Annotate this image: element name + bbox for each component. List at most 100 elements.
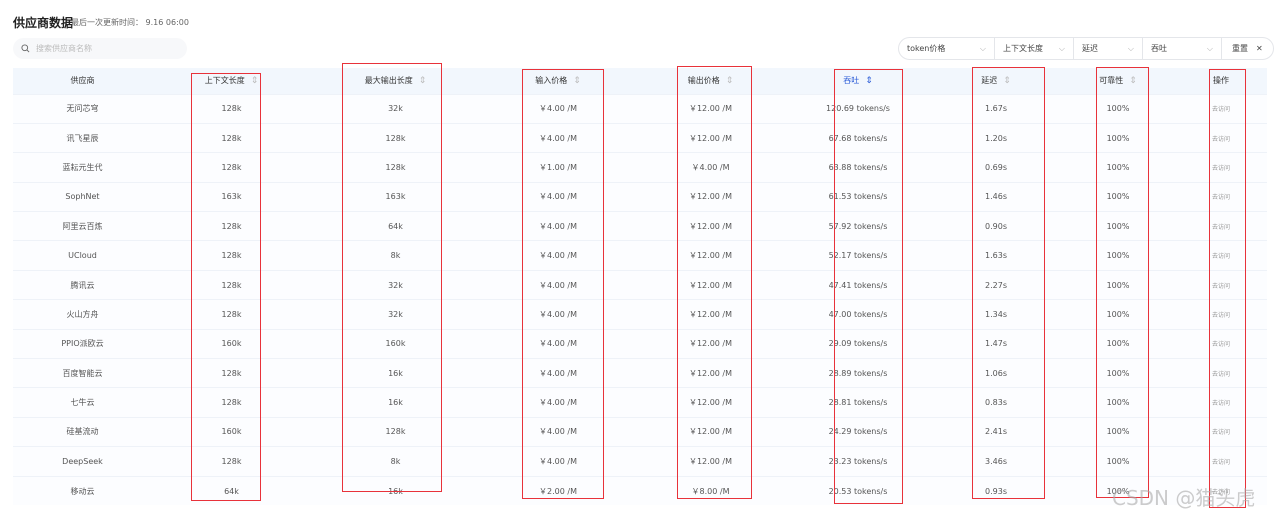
table-row: PPIO派欧云 160k 160k ￥4.00 /M ￥12.00 /M 29.09 to… [13, 328, 1267, 359]
column-header[interactable]: 可靠性 ⇕ [1061, 68, 1175, 94]
sort-icon[interactable]: ⇕ [1003, 76, 1011, 86]
sort-icon[interactable]: ⇕ [726, 76, 734, 86]
table-cell: ￥4.00 /M [480, 387, 636, 418]
column-header[interactable]: 输入价格 ⇕ [480, 68, 636, 94]
column-header-label: 可靠性 [1099, 76, 1124, 86]
column-header[interactable]: 吞吐 ⇕ [785, 68, 931, 94]
table-cell: 128k [152, 358, 311, 388]
table-cell: 100% [1061, 93, 1175, 124]
table-cell: 100% [1061, 269, 1175, 300]
table-cell: 8k [311, 446, 480, 477]
table-cell: 阿里云百炼 [13, 211, 152, 241]
visit-link[interactable]: 去访问 [1175, 181, 1267, 212]
table-cell: ￥12.00 /M [636, 93, 785, 124]
table-cell: 100% [1061, 328, 1175, 359]
table-cell: 16k [311, 387, 480, 418]
table-cell: 57.92 tokens/s [785, 211, 931, 241]
table-cell: ￥12.00 /M [636, 211, 785, 241]
table-cell: ￥4.00 /M [480, 93, 636, 124]
table-cell: 128k [152, 122, 311, 153]
table-cell: 128k [152, 240, 311, 271]
visit-link[interactable]: 去访问 [1175, 416, 1267, 447]
table-cell: ￥12.00 /M [636, 358, 785, 388]
reset-button[interactable]: 重置 ✕ [1222, 38, 1273, 59]
table-cell: 16k [311, 358, 480, 388]
table-cell: 1.20s [931, 122, 1061, 153]
table-cell: 163k [152, 181, 311, 212]
table-cell: 160k [152, 328, 311, 359]
column-header-label: 吞吐 [843, 76, 860, 86]
table-cell: 1.46s [931, 181, 1061, 212]
updated-label: 最后一次更新时间： [71, 18, 143, 27]
reset-label: 重置 [1232, 44, 1248, 53]
visit-link[interactable]: 去访问 [1175, 122, 1267, 153]
search-input[interactable]: 搜索供应商名称 [13, 38, 187, 59]
table-cell: ￥4.00 /M [480, 240, 636, 271]
provider-table: 供应商 上下文长度 ⇕ 最大输出长度 ⇕ 输入价格 ⇕ 输出价格 ⇕ 吞吐 ⇕ 延迟 ⇕ 可靠性 ⇕ 操作 无… [13, 68, 1267, 506]
table-cell: ￥12.00 /M [636, 446, 785, 477]
filter-label: 吞吐 [1151, 44, 1167, 53]
visit-link[interactable]: 去访问 [1175, 152, 1267, 183]
table-cell: 100% [1061, 387, 1175, 418]
table-cell: ￥4.00 /M [480, 446, 636, 477]
filter-token-price[interactable]: token价格 ⌵ [899, 38, 995, 59]
table-cell: ￥4.00 /M [636, 152, 785, 183]
column-header-label: 操作 [1213, 76, 1229, 86]
table-cell: 2.41s [931, 416, 1061, 447]
sort-icon[interactable]: ⇕ [251, 76, 259, 86]
visit-link[interactable]: 去访问 [1175, 93, 1267, 124]
search-icon [21, 44, 30, 53]
table-cell: 100% [1061, 358, 1175, 388]
table-cell: 腾讯云 [13, 269, 152, 300]
table-cell: 百度智能云 [13, 358, 152, 388]
visit-link[interactable]: 去访问 [1175, 446, 1267, 477]
visit-link[interactable]: 去访问 [1175, 299, 1267, 330]
column-header[interactable]: 输出价格 ⇕ [636, 68, 785, 94]
filter-latency[interactable]: 延迟 ⌵ [1074, 38, 1143, 59]
table-cell: 47.00 tokens/s [785, 299, 931, 330]
table-row: UCloud 128k 8k ￥4.00 /M ￥12.00 /M 52.17 token… [13, 240, 1267, 271]
column-header-label: 输入价格 [535, 76, 568, 86]
sort-icon[interactable]: ⇕ [1129, 76, 1137, 86]
visit-link[interactable]: 去访问 [1175, 240, 1267, 271]
chevron-down-icon: ⌵ [1206, 43, 1213, 53]
filter-context-length[interactable]: 上下文长度 ⌵ [995, 38, 1074, 59]
visit-link[interactable]: 去访问 [1175, 358, 1267, 388]
column-header[interactable]: 最大输出长度 ⇕ [311, 68, 480, 94]
table-cell: 3.46s [931, 446, 1061, 477]
table-row: 硅基流动 160k 128k ￥4.00 /M ￥12.00 /M 24.29 token… [13, 416, 1267, 447]
column-header[interactable]: 延迟 ⇕ [931, 68, 1061, 94]
table-row: 讯飞星辰 128k 128k ￥4.00 /M ￥12.00 /M 67.68 token… [13, 122, 1267, 153]
sort-icon[interactable]: ⇕ [573, 76, 581, 86]
table-cell: 1.47s [931, 328, 1061, 359]
table-cell: 29.09 tokens/s [785, 328, 931, 359]
table-cell: ￥4.00 /M [480, 269, 636, 300]
filter-throughput[interactable]: 吞吐 ⌵ [1143, 38, 1222, 59]
table-cell: ￥12.00 /M [636, 387, 785, 418]
table-cell: 128k [152, 93, 311, 124]
table-cell: 61.53 tokens/s [785, 181, 931, 212]
table-cell: 160k [311, 328, 480, 359]
table-cell: ￥12.00 /M [636, 181, 785, 212]
search-placeholder: 搜索供应商名称 [36, 44, 92, 53]
table-cell: 63.88 tokens/s [785, 152, 931, 183]
visit-link[interactable]: 去访问 [1175, 328, 1267, 359]
column-header-label: 上下文长度 [204, 76, 245, 86]
table-cell: ￥8.00 /M [636, 475, 785, 506]
column-header-label: 供应商 [70, 76, 95, 86]
table-row: 无问芯穹 128k 32k ￥4.00 /M ￥12.00 /M 120.69 token… [13, 93, 1267, 124]
visit-link[interactable]: 去访问 [1175, 387, 1267, 418]
column-header[interactable]: 上下文长度 ⇕ [152, 68, 311, 94]
visit-link[interactable]: 去访问 [1175, 269, 1267, 300]
visit-link[interactable]: 去访问 [1175, 211, 1267, 241]
table-cell: PPIO派欧云 [13, 328, 152, 359]
table-cell: 64k [311, 211, 480, 241]
sort-icon[interactable]: ⇕ [865, 76, 873, 86]
table-cell: 16k [311, 475, 480, 506]
table-row: 阿里云百炼 128k 64k ￥4.00 /M ￥12.00 /M 57.92 token… [13, 211, 1267, 241]
table-cell: ￥12.00 /M [636, 416, 785, 447]
table-cell: 100% [1061, 299, 1175, 330]
sort-icon[interactable]: ⇕ [419, 76, 427, 86]
table-cell: ￥4.00 /M [480, 416, 636, 447]
table-cell: 32k [311, 269, 480, 300]
